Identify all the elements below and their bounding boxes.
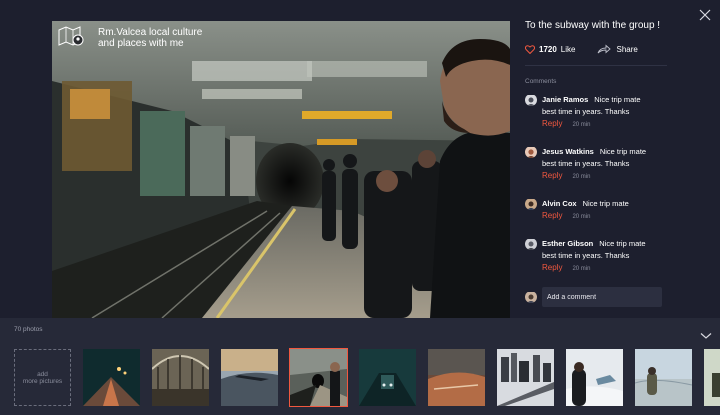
avatar: [525, 146, 537, 158]
avatar: [525, 238, 537, 250]
comment-text: Nice trip mate: [599, 147, 647, 156]
thumbnail[interactable]: [497, 349, 554, 406]
add-comment-row: [525, 287, 662, 307]
comment-item: Esther Gibson Nice trip mate best time in…: [525, 238, 675, 290]
add-pictures-line1: add: [37, 370, 48, 378]
close-button[interactable]: [698, 8, 712, 22]
main-photo: Rm.Valcea local culture and places with …: [52, 21, 510, 318]
map-pin-icon: [58, 26, 84, 46]
details-panel: To the subway with the group ! 1720 Like…: [525, 20, 675, 290]
avatar: [525, 198, 537, 210]
album-title: Rm.Valcea local culture and places with …: [98, 27, 208, 49]
comment-text-line2: best time in years. Thanks: [542, 159, 630, 168]
thumbnail[interactable]: [221, 349, 278, 406]
album-title-line2: and places with me: [98, 38, 184, 49]
share-label: Share: [616, 44, 638, 54]
thumbnail-selected[interactable]: [289, 348, 348, 407]
comment-time: 20 min: [572, 174, 591, 180]
photo-strip: 70 photos add more pictures: [0, 318, 720, 415]
post-actions: 1720 Like Share: [525, 42, 675, 56]
close-icon: [699, 9, 711, 21]
thumbnail[interactable]: [704, 349, 720, 406]
collapse-strip-button[interactable]: [700, 327, 712, 339]
reply-button[interactable]: Reply: [542, 171, 562, 180]
share-arrow-icon: [598, 44, 612, 54]
comment-text: Nice trip mate: [599, 239, 646, 248]
reply-button[interactable]: Reply: [542, 263, 562, 272]
comment-time: 20 min: [572, 214, 591, 220]
comments-header: Comments: [525, 78, 557, 85]
comments-list: Janie Ramos Nice trip mate best time in y…: [525, 94, 675, 290]
reply-button[interactable]: Reply: [542, 119, 562, 128]
thumbnail[interactable]: [635, 349, 692, 406]
avatar: [525, 94, 537, 106]
share-button[interactable]: Share: [597, 44, 638, 54]
reply-button[interactable]: Reply: [542, 211, 562, 220]
album-overlay: Rm.Valcea local culture and places with …: [58, 26, 208, 49]
chevron-down-icon: [700, 333, 712, 339]
album-title-line1: Rm.Valcea local culture: [98, 27, 203, 38]
comment-item: Alvin Cox Nice trip mate Reply 20 min: [525, 198, 675, 238]
photo-count: 70 photos: [14, 326, 43, 333]
thumbnail[interactable]: [428, 349, 485, 406]
current-user-avatar: [525, 291, 537, 303]
divider: [525, 65, 667, 66]
subway-photo-illustration: [52, 21, 510, 318]
comment-author[interactable]: Jesus Watkins: [542, 147, 594, 156]
thumbnail[interactable]: [152, 349, 209, 406]
thumbnail[interactable]: [359, 349, 416, 406]
like-label: Like: [560, 44, 576, 54]
comment-time: 20 min: [572, 122, 591, 128]
thumbnail[interactable]: [566, 349, 623, 406]
comment-author[interactable]: Alvin Cox: [542, 199, 577, 208]
comment-text-line2: best time in years. Thanks: [542, 107, 630, 116]
post-title: To the subway with the group !: [525, 20, 661, 31]
comment-text: Nice trip mate: [582, 199, 629, 208]
like-button[interactable]: 1720 Like: [525, 45, 575, 54]
comment-time: 20 min: [572, 266, 591, 272]
add-pictures-line2: more pictures: [22, 377, 63, 385]
comment-text-line2: best time in years. Thanks: [542, 251, 630, 260]
comment-author[interactable]: Janie Ramos: [542, 95, 588, 104]
add-pictures-button[interactable]: add more pictures: [14, 349, 71, 406]
thumbnail[interactable]: [83, 349, 140, 406]
comment-item: Jesus Watkins Nice trip mate best time in…: [525, 146, 675, 198]
heart-icon: [525, 44, 535, 54]
like-count: 1720: [539, 44, 557, 54]
comment-item: Janie Ramos Nice trip mate best time in y…: [525, 94, 675, 146]
add-comment-input[interactable]: [542, 287, 662, 307]
comment-text: Nice trip mate: [594, 95, 641, 104]
comment-author[interactable]: Esther Gibson: [542, 239, 593, 248]
